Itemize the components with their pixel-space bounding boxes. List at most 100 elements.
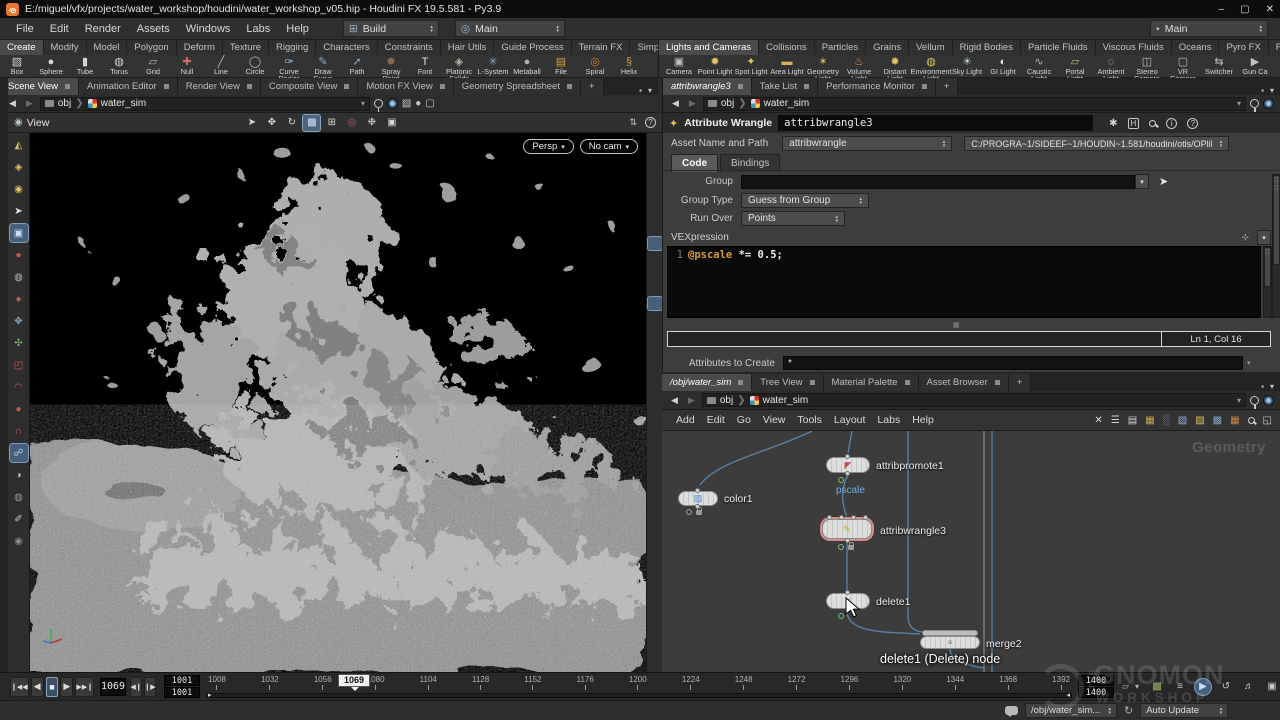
network-toolbar-icon[interactable]: ▤ (1128, 415, 1137, 426)
display-option-icon[interactable] (648, 157, 662, 170)
menu-item[interactable]: File (8, 20, 42, 38)
network-menu-item[interactable]: View (757, 411, 792, 429)
shelf-tool[interactable]: ⇆ Switcher (1201, 56, 1237, 75)
node-attribpromote1[interactable]: ◤ (826, 457, 870, 473)
shelf-tool[interactable]: ▤ File (544, 56, 578, 75)
viewport-side-tool-icon[interactable]: ☍ (10, 444, 28, 462)
search-icon[interactable] (1149, 120, 1156, 127)
shelf-tab[interactable]: Create (0, 40, 44, 55)
viewport-side-tool-icon[interactable]: ● (10, 400, 28, 418)
shelf-tab[interactable]: Rigging (269, 40, 316, 55)
range-options-icon[interactable]: ▱ (1122, 681, 1129, 692)
asset-name-dropdown[interactable]: attribwrangle ▴▾ (782, 136, 952, 151)
viewport-tool-icon[interactable]: ➤ (243, 115, 260, 131)
range-start-handle[interactable]: ▸ (208, 691, 212, 699)
step-forward-button[interactable]: ❙▶ (144, 677, 156, 697)
shelf-tool[interactable]: ▬ Area Light (769, 56, 805, 75)
shelf-tool[interactable]: ✦ Spot Light (733, 56, 769, 75)
menu-item[interactable]: Help (278, 20, 317, 38)
shelf-tab[interactable]: Modify (44, 40, 87, 55)
breadcrumb-dropdown-icon[interactable]: ▾ (361, 99, 365, 108)
shelf-tool[interactable]: ▮ Tube (68, 56, 102, 75)
network-toolbar-icon[interactable]: ▦ (1145, 415, 1154, 426)
sort-icon[interactable]: ⇅ (629, 117, 637, 128)
viewport-3d[interactable]: Persp ▾ No cam ▾ (30, 133, 646, 672)
snap-sphere-icon[interactable]: ● (415, 98, 421, 109)
viewport-tool-icon[interactable]: ↻ (283, 115, 300, 131)
display-option-icon[interactable] (648, 317, 662, 330)
playback-range-end-field[interactable]: 1400 (1078, 687, 1114, 698)
shelf-tab[interactable]: Terrain FX (572, 40, 631, 55)
playhead[interactable]: 1069 (338, 674, 370, 687)
playbar-option-icon[interactable]: ▣ (1264, 679, 1280, 695)
desktop-selector-right[interactable]: ▪ Main ▴▾ (1150, 20, 1268, 37)
display-option-icon[interactable] (648, 437, 662, 450)
network-menu-item[interactable]: Go (731, 411, 757, 429)
shelf-tab[interactable]: Model (87, 40, 128, 55)
breadcrumb-root[interactable]: obj (721, 98, 734, 109)
pane-splitter-left[interactable] (0, 78, 8, 700)
group-select-arrow-icon[interactable]: ➤ (1159, 175, 1168, 188)
shelf-tool[interactable]: ▱ Grid (136, 56, 170, 75)
viewport-side-tool-icon[interactable]: ◰ (10, 356, 28, 374)
network-menu-item[interactable]: Edit (701, 411, 731, 429)
attrs-dropdown-icon[interactable]: ▾ (1247, 359, 1251, 367)
playback-range-track[interactable]: ▸ ◂ (206, 693, 1072, 698)
breadcrumb[interactable]: obj ❯ water_sim ▾ (702, 393, 1246, 407)
pane-tab[interactable]: Render View (178, 78, 261, 95)
shelf-tab[interactable]: Polygon (127, 40, 176, 55)
run-over-dropdown[interactable]: Points ▴▾ (741, 211, 845, 226)
shelf-tab[interactable]: Viscous Fluids (1096, 40, 1172, 55)
menu-item[interactable]: Render (77, 20, 129, 38)
snap-box-icon[interactable]: ▧ (402, 98, 411, 109)
viewport-side-tool-icon[interactable]: ◉ (10, 180, 28, 198)
display-flag-icon[interactable] (838, 613, 844, 619)
network-menu-item[interactable]: Help (906, 411, 940, 429)
display-option-icon[interactable] (648, 397, 662, 410)
shelf-tab[interactable]: FEM (1269, 40, 1280, 55)
pane-menu-icon[interactable]: ▾ (648, 86, 652, 95)
viewport-tool-icon[interactable]: ⊞ (323, 115, 340, 131)
network-toolbar-icon[interactable]: ▨ (1195, 415, 1204, 426)
shelf-tool[interactable]: ✳ L-System (476, 56, 510, 75)
message-bubble-icon[interactable] (1005, 706, 1018, 715)
radial-menu-icon[interactable] (1263, 395, 1274, 406)
pane-tab[interactable]: Geometry Spreadsheet (454, 78, 581, 95)
shelf-tab[interactable]: Grains (866, 40, 909, 55)
shelf-tool[interactable]: ✚ Null (170, 56, 204, 75)
viewport-side-tool-icon[interactable]: ● (10, 290, 28, 308)
breadcrumb-root[interactable]: obj (720, 395, 733, 406)
network-menu-item[interactable]: Labs (871, 411, 906, 429)
pane-tab[interactable]: + (581, 78, 604, 95)
pane-tab-take-list[interactable]: Take List (752, 78, 819, 95)
back-icon[interactable]: ◀ (669, 98, 682, 109)
shelf-tool[interactable]: ◍ Torus (102, 56, 136, 75)
pane-tab-add[interactable]: + (936, 78, 959, 95)
jump-to-end-button[interactable]: ▶▶❙ (75, 677, 94, 697)
viewport-side-tool-icon[interactable]: ◍ (10, 488, 28, 506)
play-button[interactable]: ▶ (60, 677, 73, 697)
tab-network-editor[interactable]: /obj/water_sim (662, 374, 752, 391)
node-name-field[interactable]: attribwrangle3 (778, 115, 1093, 131)
breadcrumb-node[interactable]: water_sim (763, 395, 809, 406)
display-option-icon[interactable] (648, 177, 662, 190)
stop-button[interactable]: ■ (46, 677, 59, 697)
pane-menu-icon[interactable]: ▾ (1270, 86, 1274, 95)
scene-selector-main[interactable]: ◎ Main ▴▾ (455, 20, 565, 37)
shelf-tab[interactable]: Particles (815, 40, 866, 55)
shelf-tab[interactable]: Lights and Cameras (659, 40, 759, 55)
status-path-dropdown[interactable]: /obj/water_sim... ▴▾ (1025, 703, 1117, 718)
gear-icon[interactable]: ✱ (1109, 118, 1117, 129)
breadcrumb-root[interactable]: obj (58, 98, 71, 109)
desktop-selector-build[interactable]: ⊞ Build ▴▾ (343, 20, 439, 37)
pane-tab[interactable]: Animation Editor (79, 78, 178, 95)
refresh-icon[interactable]: ↻ (1124, 704, 1133, 717)
shelf-tool[interactable]: ◯ Circle (238, 56, 272, 75)
viewport-tool-icon[interactable]: ◎ (343, 115, 360, 131)
network-toolbar-icon[interactable]: ▩ (1213, 415, 1222, 426)
shelf-tool[interactable]: ◐ GI Light (985, 56, 1021, 75)
pane-tab[interactable]: Scene View (0, 78, 79, 95)
shelf-tab[interactable]: Constraints (378, 40, 441, 55)
forward-icon[interactable]: ▶ (23, 98, 36, 109)
viewport-side-tool-icon[interactable]: ◉ (10, 532, 28, 550)
